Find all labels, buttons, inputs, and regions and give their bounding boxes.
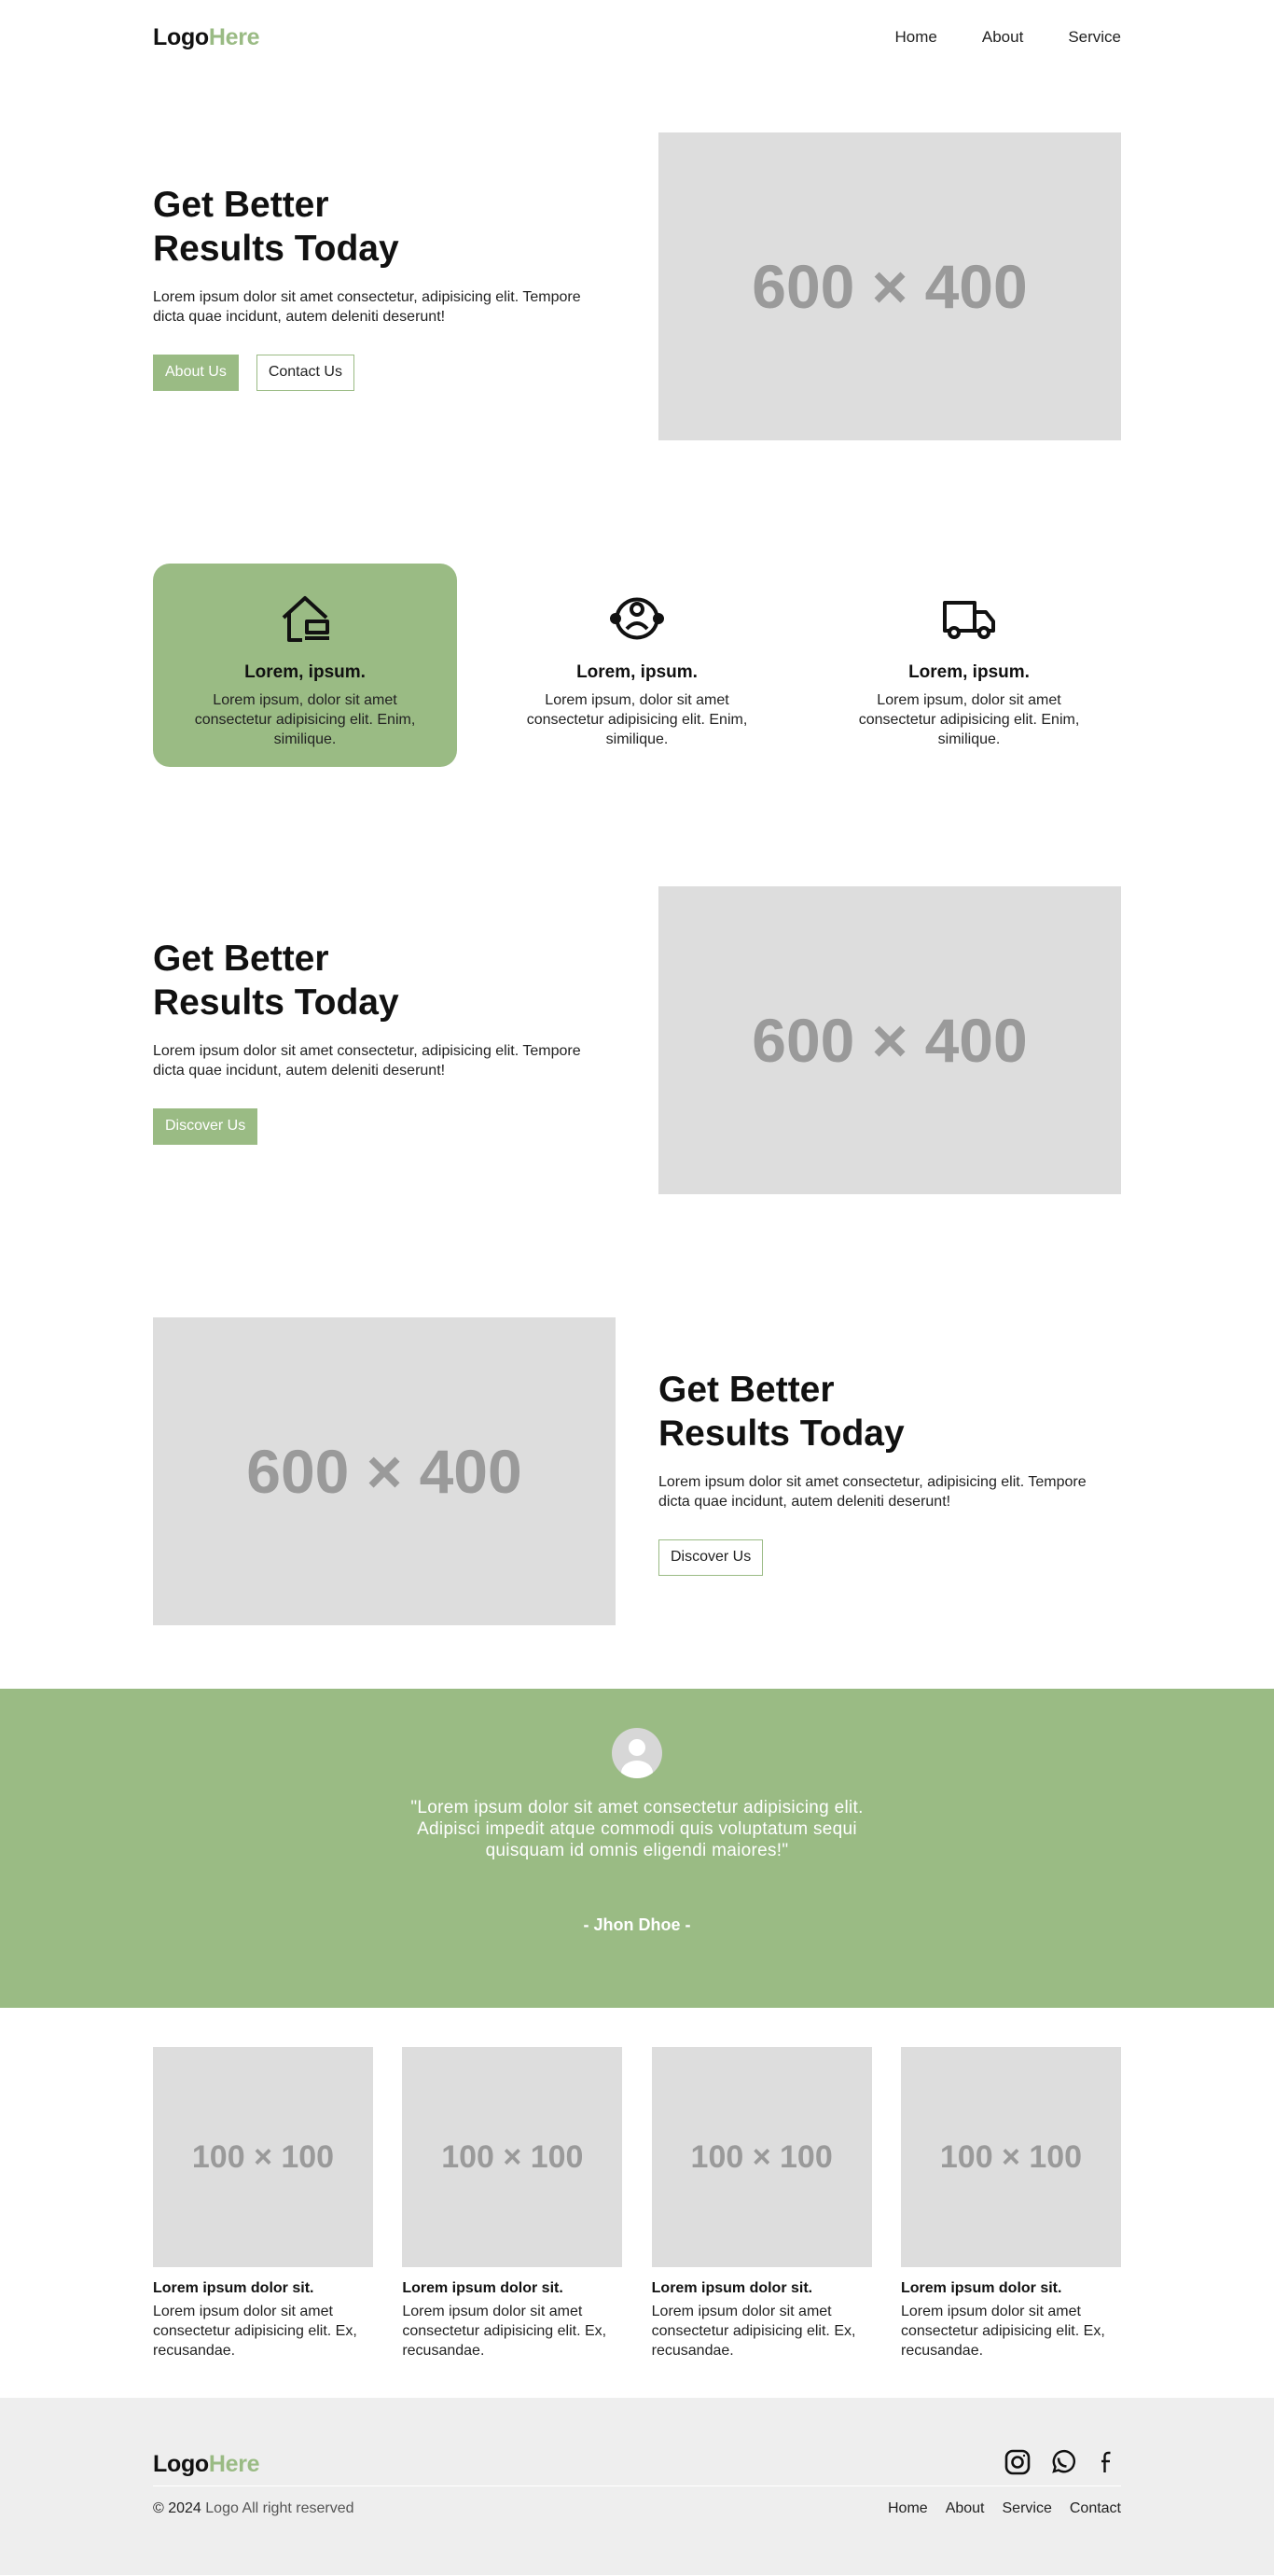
logo-accent: Here <box>208 2450 260 2477</box>
feature-title: Lorem, ipsum. <box>908 662 1030 682</box>
footer-nav-about[interactable]: About <box>946 2500 985 2517</box>
hero-image-placeholder: 600 × 400 <box>658 132 1121 440</box>
section-buttons: Discover Us <box>153 1107 616 1145</box>
footer-logo[interactable]: LogoHere <box>153 2450 260 2478</box>
hero-text: Get Better Results Today Lorem ipsum dol… <box>153 183 616 391</box>
feature-text: Lorem ipsum, dolor sit amet consectetur … <box>194 692 416 747</box>
section-title: Get Better Results Today <box>153 937 451 1024</box>
section-buttons: Discover Us <box>658 1539 1121 1576</box>
truck-icon <box>817 593 1121 647</box>
feature-card[interactable]: Lorem, ipsum. Lorem ipsum, dolor sit ame… <box>485 564 789 767</box>
section-text: Get Better Results Today Lorem ipsum dol… <box>153 937 616 1145</box>
nav-home[interactable]: Home <box>895 28 937 47</box>
section-title-line2: Results Today <box>153 982 399 1023</box>
discover-us-button[interactable]: Discover Us <box>658 1539 764 1576</box>
feature-title: Lorem, ipsum. <box>576 662 698 682</box>
hero-title: Get Better Results Today <box>153 183 451 271</box>
avatar <box>612 1728 662 1778</box>
card-text: Lorem ipsum dolor sit amet consectetur a… <box>900 2304 1105 2359</box>
content-section-2: Get Better Results Today Lorem ipsum dol… <box>153 886 1121 1194</box>
hero-title-line1: Get Better <box>153 184 329 225</box>
nav-about[interactable]: About <box>982 28 1023 47</box>
whatsapp-icon[interactable] <box>1048 2448 1076 2481</box>
testimonial-section: "Lorem ipsum dolor sit amet consectetur … <box>0 1689 1274 2008</box>
feature-card[interactable]: Lorem, ipsum. Lorem ipsum, dolor sit ame… <box>153 564 457 767</box>
card-title: Lorem ipsum dolor sit. <box>900 2280 1062 2296</box>
footer-top: LogoHere <box>153 2448 1121 2480</box>
card-image-placeholder: 100 × 100 <box>153 2047 373 2267</box>
discover-us-button[interactable]: Discover Us <box>153 1107 258 1145</box>
feature-title: Lorem, ipsum. <box>244 662 366 682</box>
card[interactable]: 100 × 100 Lorem ipsum dolor sit. Lorem i… <box>153 2047 373 2360</box>
footer-bottom: © 2024 Logo All right reserved Home Abou… <box>153 2500 1121 2517</box>
card[interactable]: 100 × 100 Lorem ipsum dolor sit. Lorem i… <box>900 2047 1121 2360</box>
content-section-3: 600 × 400 Get Better Results Today Lorem… <box>153 1317 1121 1625</box>
card-title: Lorem ipsum dolor sit. <box>651 2280 813 2296</box>
facebook-icon[interactable] <box>1093 2448 1121 2481</box>
logo-accent: Here <box>208 23 260 50</box>
feature-text: Lorem ipsum, dolor sit amet consectetur … <box>526 692 748 747</box>
card-image-placeholder: 100 × 100 <box>900 2047 1121 2267</box>
section-title-line1: Get Better <box>153 938 329 979</box>
hero-section: Get Better Results Today Lorem ipsum dol… <box>153 132 1121 440</box>
logo[interactable]: LogoHere <box>153 23 260 51</box>
card-image-placeholder: 100 × 100 <box>651 2047 872 2267</box>
contact-us-button[interactable]: Contact Us <box>256 354 354 391</box>
card-text: Lorem ipsum dolor sit amet consectetur a… <box>402 2304 607 2359</box>
hero-description: Lorem ipsum dolor sit amet consectetur, … <box>153 288 581 325</box>
hero-buttons: About Us Contact Us <box>153 354 616 391</box>
features-section: Lorem, ipsum. Lorem ipsum, dolor sit ame… <box>153 564 1121 767</box>
card-image-placeholder: 100 × 100 <box>402 2047 623 2267</box>
testimonial-author: - Jhon Dhoe - <box>583 1915 691 1934</box>
about-us-button[interactable]: About Us <box>153 354 239 391</box>
section-title-line1: Get Better <box>658 1369 835 1410</box>
site-header: LogoHere Home About Service <box>153 0 1121 75</box>
logo-main: Logo <box>153 2450 209 2477</box>
user-support-icon <box>485 593 789 647</box>
logo-main: Logo <box>153 23 209 50</box>
feature-card[interactable]: Lorem, ipsum. Lorem ipsum, dolor sit ame… <box>817 564 1121 767</box>
main-nav: Home About Service <box>895 28 1121 47</box>
site-footer: LogoHere © 2024 Logo All right reserved … <box>0 2398 1274 2575</box>
hero-title-line2: Results Today <box>153 228 399 269</box>
card[interactable]: 100 × 100 Lorem ipsum dolor sit. Lorem i… <box>402 2047 623 2360</box>
copyright: © 2024 Logo All right reserved <box>153 2500 353 2517</box>
footer-nav-contact[interactable]: Contact <box>1070 2500 1121 2517</box>
nav-service[interactable]: Service <box>1068 28 1121 47</box>
section-description: Lorem ipsum dolor sit amet consectetur, … <box>658 1473 1087 1510</box>
footer-nav-home[interactable]: Home <box>888 2500 928 2517</box>
footer-nav: Home About Service Contact <box>888 2500 1121 2517</box>
feature-text: Lorem ipsum, dolor sit amet consectetur … <box>858 692 1080 747</box>
card-title: Lorem ipsum dolor sit. <box>402 2280 563 2296</box>
house-icon <box>153 593 457 647</box>
footer-nav-service[interactable]: Service <box>1003 2500 1052 2517</box>
social-links <box>1004 2448 1121 2481</box>
section-text: Get Better Results Today Lorem ipsum dol… <box>658 1368 1121 1576</box>
section-image-placeholder: 600 × 400 <box>658 886 1121 1194</box>
card-text: Lorem ipsum dolor sit amet consectetur a… <box>651 2304 856 2359</box>
instagram-icon[interactable] <box>1004 2448 1032 2481</box>
copyright-text: Logo All right reserved <box>205 2500 354 2516</box>
footer-divider <box>153 2485 1121 2486</box>
cards-section: 100 × 100 Lorem ipsum dolor sit. Lorem i… <box>153 2047 1121 2360</box>
section-title-line2: Results Today <box>658 1413 905 1454</box>
card[interactable]: 100 × 100 Lorem ipsum dolor sit. Lorem i… <box>651 2047 872 2360</box>
section-description: Lorem ipsum dolor sit amet consectetur, … <box>153 1042 581 1079</box>
card-title: Lorem ipsum dolor sit. <box>153 2280 314 2296</box>
copyright-year: © 2024 <box>153 2500 201 2516</box>
card-text: Lorem ipsum dolor sit amet consectetur a… <box>153 2304 357 2359</box>
section-title: Get Better Results Today <box>658 1368 957 1455</box>
testimonial-quote: "Lorem ipsum dolor sit amet consectetur … <box>410 1798 864 1860</box>
section-image-placeholder: 600 × 400 <box>153 1317 616 1625</box>
